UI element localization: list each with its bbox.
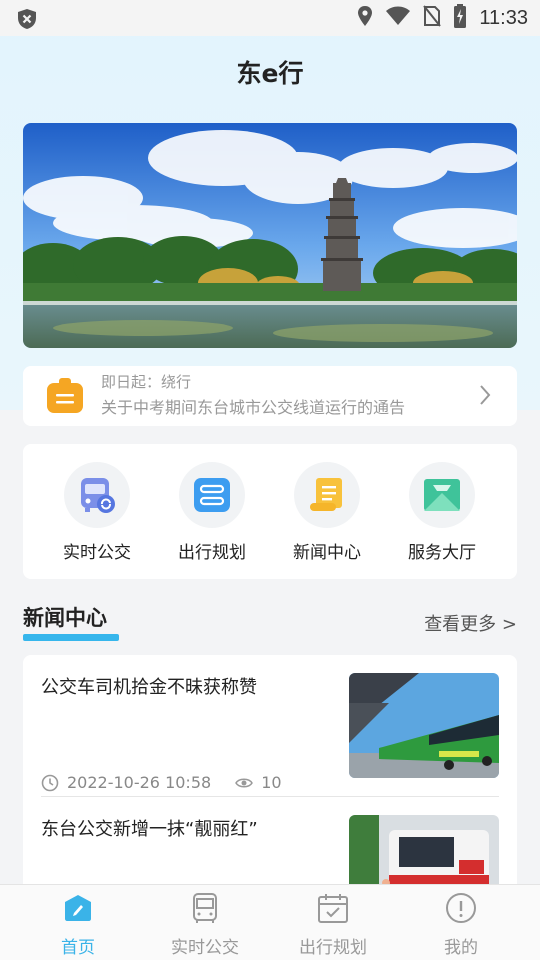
quick-action-realtime-bus[interactable]: 实时公交 <box>47 462 147 563</box>
news-item[interactable]: 公交车司机拾金不昧获称赞 2022-10-26 10:58 10 <box>41 673 499 792</box>
bus-realtime-icon <box>64 462 130 528</box>
battery-charging-icon <box>453 4 467 32</box>
quick-action-news-center[interactable]: 新闻中心 <box>277 462 377 563</box>
app-title: 东e行 <box>236 59 304 88</box>
news-list: 公交车司机拾金不昧获称赞 2022-10-26 10:58 10 东台公交新增一… <box>23 655 517 895</box>
section-title: 新闻中心 <box>23 606 107 630</box>
tab-home[interactable]: 首页 <box>28 891 128 958</box>
shield-icon <box>16 8 38 34</box>
tab-label: 首页 <box>61 938 95 958</box>
bottom-tab-bar: 首页 实时公交 出行规划 我的 <box>0 884 540 960</box>
news-meta: 2022-10-26 10:58 10 <box>41 773 282 792</box>
quick-action-label: 出行规划 <box>178 543 246 563</box>
notice-line-2: 关于中考期间东台城市公交线道运行的通告 <box>101 398 406 417</box>
news-divider <box>41 796 499 797</box>
news-thumbnail <box>349 673 499 778</box>
calendar-check-icon <box>316 891 350 929</box>
bus-icon <box>188 891 222 929</box>
tab-label: 我的 <box>444 938 478 958</box>
status-bar: 11:33 <box>0 0 540 36</box>
section-title-underline <box>23 634 119 641</box>
tab-route-plan[interactable]: 出行规划 <box>283 891 383 958</box>
route-plan-icon <box>179 462 245 528</box>
quick-action-route-plan[interactable]: 出行规划 <box>162 462 262 563</box>
eye-icon <box>235 776 254 790</box>
notice-bar[interactable]: 即日起：绕行 关于中考期间东台城市公交线道运行的通告 <box>23 366 517 426</box>
tab-realtime-bus[interactable]: 实时公交 <box>155 891 255 958</box>
view-more-link[interactable]: 查看更多 > <box>424 610 517 636</box>
tab-label: 出行规划 <box>299 938 367 958</box>
news-scroll-icon <box>294 462 360 528</box>
quick-action-service-hall[interactable]: 服务大厅 <box>392 462 492 563</box>
notice-line-1: 即日起：绕行 <box>101 373 192 391</box>
tab-label: 实时公交 <box>171 938 239 958</box>
news-thumbnail <box>349 815 499 895</box>
news-views: 10 <box>261 773 282 792</box>
announcement-icon <box>45 377 85 419</box>
no-sim-icon <box>423 5 442 31</box>
tab-profile[interactable]: 我的 <box>411 891 511 958</box>
profile-icon <box>444 891 478 929</box>
location-icon <box>357 5 373 31</box>
home-icon <box>61 891 95 929</box>
news-date: 2022-10-26 10:58 <box>67 773 212 792</box>
quick-action-label: 新闻中心 <box>293 543 361 563</box>
service-mail-icon <box>409 462 475 528</box>
status-time: 11:33 <box>479 6 528 29</box>
news-item[interactable]: 东台公交新增一抹“靓丽红” <box>41 815 499 895</box>
quick-action-label: 服务大厅 <box>408 543 476 563</box>
clock-icon <box>41 774 59 792</box>
banner-image[interactable] <box>23 123 517 348</box>
quick-actions-card: 实时公交 出行规划 新闻中心 服务大厅 <box>23 444 517 579</box>
wifi-icon <box>385 6 411 30</box>
quick-action-label: 实时公交 <box>63 543 131 563</box>
chevron-right-icon <box>479 384 491 410</box>
